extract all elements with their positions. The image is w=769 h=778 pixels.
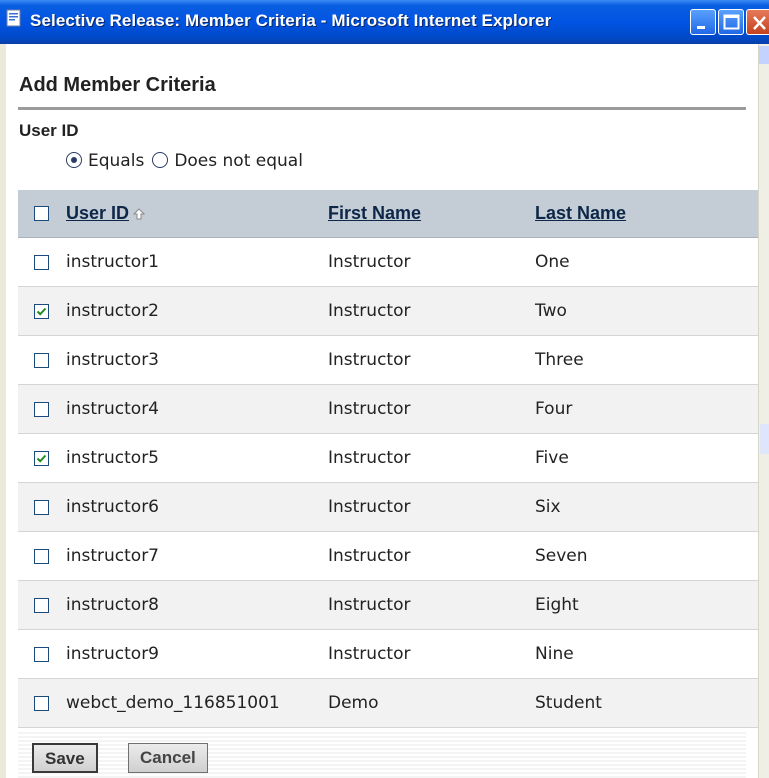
does-not-equal-radio[interactable] <box>152 152 169 168</box>
vertical-scrollbar[interactable] <box>758 44 769 778</box>
row-checkbox[interactable] <box>34 450 49 466</box>
last-name-cell: Two <box>535 301 567 321</box>
minimize-button[interactable] <box>690 9 716 35</box>
column-header-first-name[interactable]: First Name <box>328 203 421 224</box>
save-button[interactable]: Save <box>32 743 98 773</box>
table-row: instructor9 Instructor Nine <box>18 630 766 679</box>
row-checkbox[interactable] <box>34 352 49 368</box>
first-name-cell: Instructor <box>328 301 411 321</box>
table-row: instructor4 Instructor Four <box>18 385 766 434</box>
table-row: instructor7 Instructor Seven <box>18 532 766 581</box>
scroll-up-arrow-icon[interactable] <box>759 46 769 64</box>
table-row: instructor1 Instructor One <box>18 238 766 287</box>
table-header-row: User ID First Name Last Name <box>18 190 766 238</box>
table-row: instructor8 Instructor Eight <box>18 581 766 630</box>
equals-radio-label[interactable]: Equals <box>88 151 144 171</box>
last-name-cell: Five <box>535 448 569 468</box>
user-id-cell: instructor4 <box>66 399 160 419</box>
checkmark-icon <box>36 307 47 316</box>
first-name-cell: Instructor <box>328 546 411 566</box>
row-checkbox[interactable] <box>34 401 49 417</box>
row-select-cell <box>34 385 49 433</box>
column-header-user-id-cell: User ID <box>66 190 146 237</box>
row-checkbox[interactable] <box>34 548 49 564</box>
row-checkbox[interactable] <box>34 597 49 613</box>
user-id-cell: instructor2 <box>66 301 160 321</box>
members-table: User ID First Name Last Name instructor1… <box>18 190 766 728</box>
user-id-cell: webct_demo_116851001 <box>66 693 280 713</box>
first-name-cell: Instructor <box>328 448 411 468</box>
last-name-cell: Three <box>535 350 584 370</box>
row-select-cell <box>34 532 49 580</box>
table-row: instructor2 Instructor Two <box>18 287 766 336</box>
last-name-cell: Seven <box>535 546 588 566</box>
row-select-cell <box>34 434 49 482</box>
last-name-cell: One <box>535 252 570 272</box>
column-header-last-name-cell: Last Name <box>535 190 626 237</box>
row-select-cell <box>34 483 49 531</box>
window-title: Selective Release: Member Criteria - Mic… <box>30 11 552 30</box>
page-content: Add Member Criteria User ID Equals Does n… <box>6 44 766 778</box>
row-checkbox[interactable] <box>34 254 49 270</box>
first-name-cell: Instructor <box>328 644 411 664</box>
row-checkbox[interactable] <box>34 303 49 319</box>
table-row: webct_demo_116851001 Demo Student <box>18 679 766 728</box>
select-all-checkbox[interactable] <box>34 206 49 221</box>
row-checkbox[interactable] <box>34 695 49 711</box>
does-not-equal-radio-label[interactable]: Does not equal <box>174 151 303 171</box>
user-id-cell: instructor1 <box>66 252 160 272</box>
table-row: instructor5 Instructor Five <box>18 434 766 483</box>
row-select-cell <box>34 679 49 727</box>
first-name-cell: Instructor <box>328 399 411 419</box>
title-bar[interactable]: Selective Release: Member Criteria - Mic… <box>0 0 769 44</box>
row-select-cell <box>34 581 49 629</box>
close-button[interactable] <box>746 9 769 35</box>
user-id-cell: instructor9 <box>66 644 160 664</box>
checkmark-icon <box>36 454 47 463</box>
table-row: instructor6 Instructor Six <box>18 483 766 532</box>
first-name-cell: Instructor <box>328 350 411 370</box>
row-select-cell <box>34 630 49 678</box>
select-all-cell <box>34 190 49 237</box>
first-name-cell: Instructor <box>328 497 411 517</box>
scrollbar-thumb[interactable] <box>760 424 769 454</box>
row-select-cell <box>34 287 49 335</box>
first-name-cell: Instructor <box>328 252 411 272</box>
ie-page-icon <box>5 9 23 27</box>
page-heading: Add Member Criteria <box>19 74 216 96</box>
column-header-first-name-cell: First Name <box>328 190 421 237</box>
column-header-last-name[interactable]: Last Name <box>535 203 626 224</box>
user-id-cell: instructor3 <box>66 350 160 370</box>
column-header-user-id[interactable]: User ID <box>66 203 129 224</box>
user-id-cell: instructor6 <box>66 497 160 517</box>
sort-ascending-arrow-icon <box>133 207 146 219</box>
user-id-cell: instructor8 <box>66 595 160 615</box>
browser-window: Selective Release: Member Criteria - Mic… <box>0 0 769 778</box>
criteria-field-label: User ID <box>19 121 79 140</box>
button-bar: Save Cancel <box>18 731 746 778</box>
first-name-cell: Demo <box>328 693 379 713</box>
cancel-button[interactable]: Cancel <box>128 743 208 773</box>
last-name-cell: Student <box>535 693 602 713</box>
last-name-cell: Six <box>535 497 561 517</box>
match-type-radio-group: Equals Does not equal <box>66 151 311 171</box>
first-name-cell: Instructor <box>328 595 411 615</box>
heading-divider <box>18 107 746 110</box>
table-row: instructor3 Instructor Three <box>18 336 766 385</box>
last-name-cell: Nine <box>535 644 574 664</box>
row-select-cell <box>34 336 49 384</box>
row-select-cell <box>34 238 49 286</box>
user-id-cell: instructor7 <box>66 546 160 566</box>
user-id-cell: instructor5 <box>66 448 160 468</box>
equals-radio[interactable] <box>66 152 82 168</box>
maximize-button[interactable] <box>718 9 744 35</box>
last-name-cell: Four <box>535 399 573 419</box>
row-checkbox[interactable] <box>34 646 49 662</box>
row-checkbox[interactable] <box>34 499 49 515</box>
last-name-cell: Eight <box>535 595 579 615</box>
